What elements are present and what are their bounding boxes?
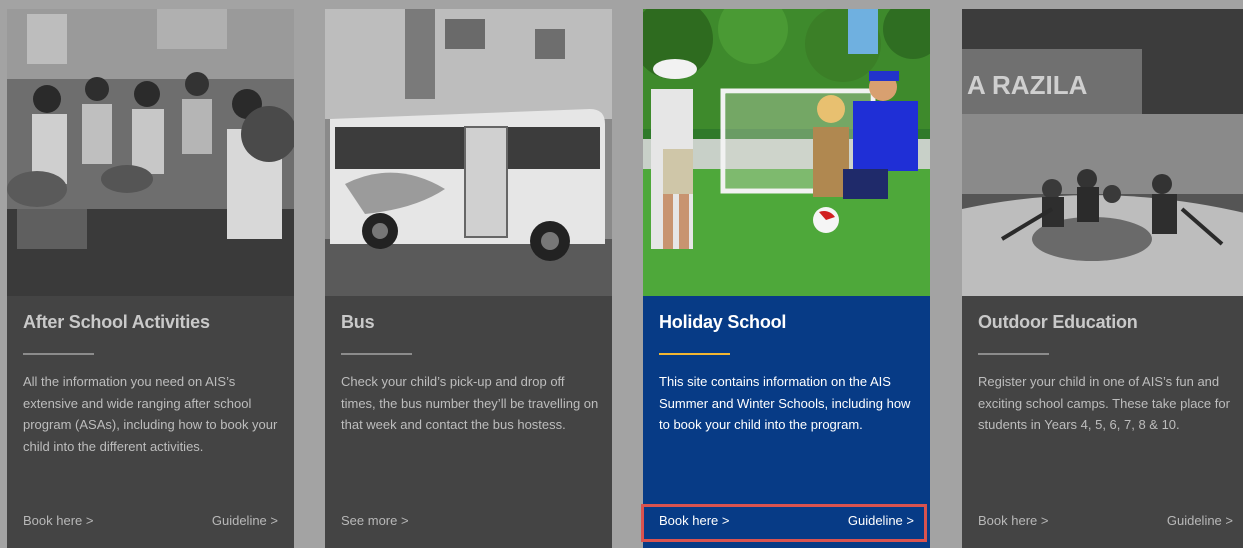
card-description: All the information you need on AIS’s ex… <box>23 374 278 454</box>
card-links: Book here > Guideline > <box>23 513 278 533</box>
book-here-link[interactable]: Book here > <box>978 513 1048 528</box>
see-more-link[interactable]: See more > <box>341 513 409 528</box>
after-school-activities-photo[interactable] <box>7 9 294 296</box>
card-description: This site contains information on the AI… <box>659 374 911 432</box>
bus-photo[interactable] <box>325 9 612 296</box>
card-description: Register your child in one of AIS’s fun … <box>978 374 1230 432</box>
card-outdoor-education[interactable]: A RAZILA Outdoor Education Register your… <box>962 9 1243 548</box>
guideline-link[interactable]: Guideline > <box>848 513 914 528</box>
card-title: Bus <box>341 312 375 332</box>
outdoor-banner-text: A RAZILA <box>967 70 1088 100</box>
card-links: Book here > Guideline > <box>659 513 914 533</box>
book-here-link[interactable]: Book here > <box>659 513 729 528</box>
card-title: Outdoor Education <box>978 312 1138 332</box>
title-divider <box>659 353 730 355</box>
card-links: Book here > Guideline > <box>978 513 1233 533</box>
card-title: Holiday School <box>659 312 787 332</box>
card-links: See more > <box>341 513 596 533</box>
title-divider <box>23 353 94 355</box>
card-after-school-activities[interactable]: After School Activities All the informat… <box>7 9 294 548</box>
card-bus[interactable]: Bus Check your child’s pick-up and drop … <box>325 9 612 548</box>
guideline-link[interactable]: Guideline > <box>212 513 278 528</box>
title-divider <box>341 353 412 355</box>
card-description: Check your child’s pick-up and drop off … <box>341 374 599 432</box>
holiday-school-photo[interactable] <box>643 9 930 296</box>
book-here-link[interactable]: Book here > <box>23 513 93 528</box>
card-holiday-school[interactable]: Holiday School This site contains inform… <box>643 9 930 548</box>
card-title: After School Activities <box>23 312 210 332</box>
title-divider <box>978 353 1049 355</box>
guideline-link[interactable]: Guideline > <box>1167 513 1233 528</box>
outdoor-education-photo[interactable]: A RAZILA <box>962 9 1243 296</box>
